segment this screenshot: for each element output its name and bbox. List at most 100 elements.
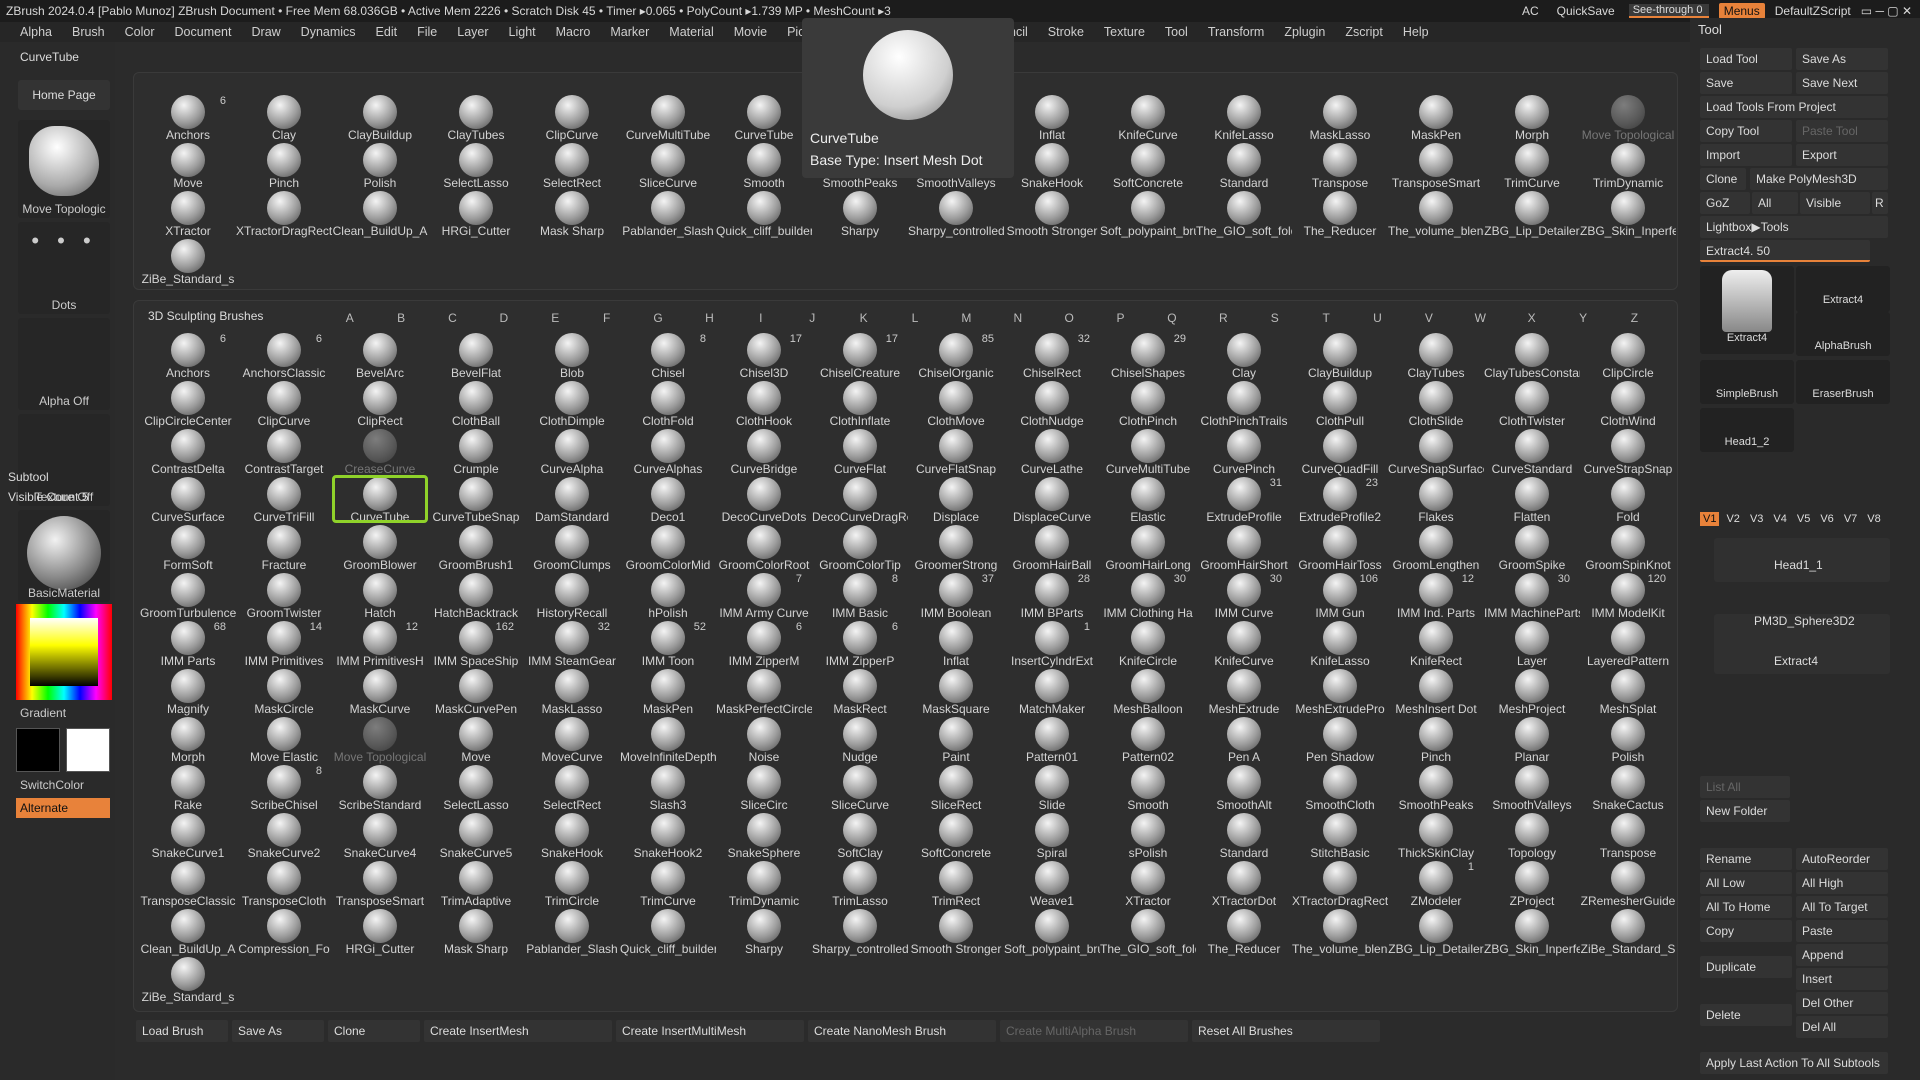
brush-tile[interactable]: CurveMultiTube	[1100, 427, 1196, 476]
brush-tile[interactable]: hPolish	[620, 571, 716, 620]
all-low-button[interactable]: All Low	[1700, 872, 1792, 894]
brush-tile[interactable]: MeshInsert Dot	[1388, 667, 1484, 716]
copy-tool-button[interactable]: Copy Tool	[1700, 120, 1792, 142]
all-high-button[interactable]: All High	[1796, 872, 1888, 894]
brush-tile[interactable]: MaskPen	[1388, 93, 1484, 142]
alphabet-index-letter[interactable]: W	[1455, 311, 1506, 325]
goz-button[interactable]: GoZ	[1700, 192, 1750, 214]
brush-tile[interactable]: Clay	[236, 93, 332, 142]
brush-tile[interactable]: Pattern02	[1100, 715, 1196, 764]
brush-tile[interactable]: Clean_BuildUp_A	[332, 189, 428, 238]
brush-tile[interactable]: IMM ZipperP 6	[812, 619, 908, 668]
brush-tile[interactable]: ClothBall	[428, 379, 524, 428]
brush-tile[interactable]: Transpose	[1292, 141, 1388, 190]
brush-tile[interactable]: MaskLasso	[1292, 93, 1388, 142]
brush-slot[interactable]: Move Topologic	[18, 120, 110, 218]
brush-tile[interactable]: SmoothCloth	[1292, 763, 1388, 812]
brush-tile[interactable]: CreaseCurve	[332, 427, 428, 476]
brush-tile[interactable]: ZiBe_Standard_s	[140, 955, 236, 1004]
menu-item[interactable]: Transform	[1208, 25, 1265, 39]
brush-tile[interactable]: MaskCircle	[236, 667, 332, 716]
brush-tile[interactable]: TrimRect	[908, 859, 1004, 908]
alphabet-index-letter[interactable]: L	[889, 311, 940, 325]
brush-tile[interactable]: CurveQuadFill	[1292, 427, 1388, 476]
brush-tile[interactable]: TransposeClassic	[140, 859, 236, 908]
alphabet-index-letter[interactable]: Q	[1146, 311, 1197, 325]
brush-tile[interactable]: Sharpy_controlled	[908, 189, 1004, 238]
brush-tile[interactable]: GroomClumps	[524, 523, 620, 572]
load-tools-from-project-button[interactable]: Load Tools From Project	[1700, 96, 1888, 118]
menu-item[interactable]: Help	[1403, 25, 1429, 39]
insert-button[interactable]: Insert	[1796, 968, 1888, 990]
main-color-swatch[interactable]	[16, 728, 60, 772]
brush-tile[interactable]: Transpose	[1580, 811, 1676, 860]
brush-tile[interactable]: The_Reducer	[1292, 189, 1388, 238]
alphabet-index-letter[interactable]: I	[735, 311, 786, 325]
list-all-button[interactable]: List All	[1700, 776, 1790, 798]
brush-tile[interactable]: CurveFlat	[812, 427, 908, 476]
brush-tile[interactable]: CurveTriFill	[236, 475, 332, 524]
window-controls[interactable]: ▭ ─ ▢ ✕	[1861, 4, 1912, 18]
brush-tile[interactable]: CurveSnapSurface	[1388, 427, 1484, 476]
brush-tile[interactable]: CurveTube	[332, 475, 428, 524]
brush-tile[interactable]: IMM Gun 106	[1292, 571, 1388, 620]
brush-tile[interactable]: MaskSquare	[908, 667, 1004, 716]
brush-tile[interactable]: Rake	[140, 763, 236, 812]
append-button[interactable]: Append	[1796, 944, 1888, 966]
brush-tile[interactable]: TransposeCloth	[236, 859, 332, 908]
brush-tile[interactable]: SmoothAlt	[1196, 763, 1292, 812]
brush-tile[interactable]: Clay	[1196, 331, 1292, 380]
tool-thumb-eraserbrush[interactable]: EraserBrush	[1796, 360, 1890, 404]
export-button[interactable]: Export	[1796, 144, 1888, 166]
brush-tile[interactable]: IMM PrimitivesH 12	[332, 619, 428, 668]
brush-tile[interactable]: SliceCurve	[812, 763, 908, 812]
alphabet-index-letter[interactable]: X	[1506, 311, 1557, 325]
brush-tile[interactable]: MeshBalloon	[1100, 667, 1196, 716]
brush-tile[interactable]: SelectRect	[524, 763, 620, 812]
brush-tile[interactable]: Compression_Fo	[236, 907, 332, 956]
brush-tile[interactable]: ZProject	[1484, 859, 1580, 908]
brush-tile[interactable]: SnakeCurve1	[140, 811, 236, 860]
brush-tile[interactable]: ClayTubes	[1388, 331, 1484, 380]
all-to-target-button[interactable]: All To Target	[1796, 896, 1888, 918]
alphabet-index-letter[interactable]: K	[838, 311, 889, 325]
brush-tile[interactable]: CurveSurface	[140, 475, 236, 524]
brush-tile[interactable]: Elastic	[1100, 475, 1196, 524]
alphabet-index-letter[interactable]: C	[427, 311, 478, 325]
brush-tile[interactable]: Polish	[1580, 715, 1676, 764]
brush-tile[interactable]: SliceCirc	[716, 763, 812, 812]
brush-tile[interactable]: Standard	[1196, 141, 1292, 190]
brush-tile[interactable]: IMM BParts 28	[1004, 571, 1100, 620]
alphabet-index-letter[interactable]: Z	[1609, 311, 1660, 325]
brush-tile[interactable]: SelectLasso	[428, 141, 524, 190]
brush-tile[interactable]: ExtrudeProfile 31	[1196, 475, 1292, 524]
brush-tile[interactable]: TransposeSmart	[332, 859, 428, 908]
brush-tile[interactable]: GroomerStrong	[908, 523, 1004, 572]
brush-tile[interactable]: Slide	[1004, 763, 1100, 812]
alphabet-index-letter[interactable]: Y	[1557, 311, 1608, 325]
brush-tile[interactable]: GroomTurbulence	[140, 571, 236, 620]
brush-tile[interactable]: SnakeHook	[1004, 141, 1100, 190]
menu-item[interactable]: Zscript	[1345, 25, 1383, 39]
brush-tile[interactable]: CurveAlpha	[524, 427, 620, 476]
brush-tile[interactable]: SnakeCactus	[1580, 763, 1676, 812]
menu-item[interactable]: Color	[125, 25, 155, 39]
all-to-home-button[interactable]: All To Home	[1700, 896, 1792, 918]
brush-tile[interactable]: Move Topological	[332, 715, 428, 764]
save-next-button[interactable]: Save Next	[1796, 72, 1888, 94]
brush-tile[interactable]: SnakeSphere	[716, 811, 812, 860]
brush-tile[interactable]: ClothDimple	[524, 379, 620, 428]
brush-tile[interactable]: IMM SpaceShip 162	[428, 619, 524, 668]
visibility-set-tab[interactable]: V3	[1747, 512, 1766, 526]
subtool-row[interactable]: Head1_1	[1714, 538, 1890, 582]
brush-tile[interactable]: Nudge	[812, 715, 908, 764]
clone-button[interactable]: Clone	[328, 1020, 420, 1042]
brush-tile[interactable]: DecoCurveDots	[716, 475, 812, 524]
brush-tile[interactable]: Anchors 6	[140, 93, 236, 142]
menu-item[interactable]: Marker	[610, 25, 649, 39]
seethrough-slider[interactable]: See-through 0	[1628, 4, 1709, 18]
alphabet-index-letter[interactable]: A	[324, 311, 375, 325]
stroke-slot[interactable]: • • • Dots	[18, 222, 110, 314]
ac-button[interactable]: AC	[1518, 4, 1543, 18]
brush-tile[interactable]: ClothInflate	[812, 379, 908, 428]
